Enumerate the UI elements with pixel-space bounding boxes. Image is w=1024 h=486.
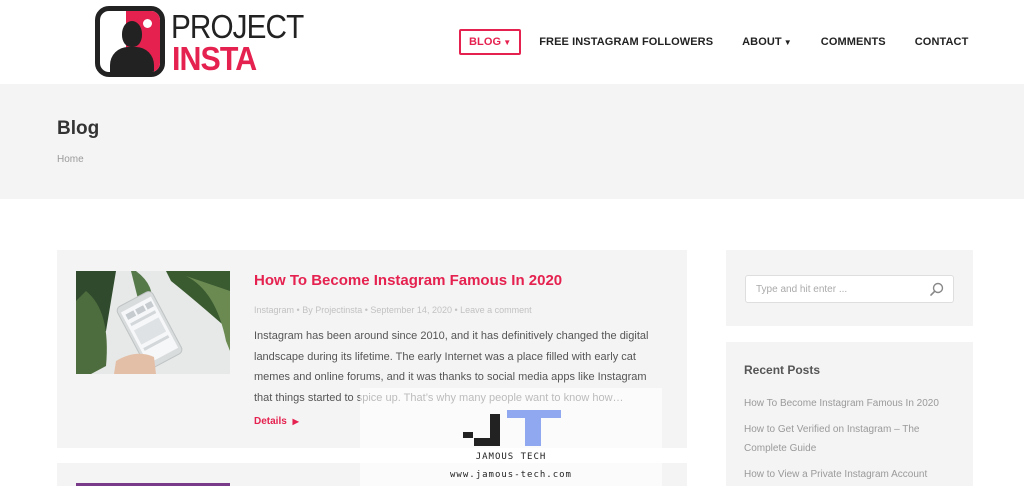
recent-posts-title: Recent Posts xyxy=(744,363,821,377)
logo-mark-icon xyxy=(95,6,165,77)
nav-item-label: ABOUT xyxy=(742,36,782,48)
logo-text-insta: INSTA xyxy=(172,40,257,77)
main-nav: BLOG ▼ FREE INSTAGRAM FOLLOWERS ABOUT ▼ CO… xyxy=(459,29,968,55)
watermark-url: www.jamous-tech.com xyxy=(450,470,572,480)
nav-item-about[interactable]: ABOUT ▼ xyxy=(742,29,792,55)
recent-posts-list: How To Become Instagram Famous In 2020 H… xyxy=(744,394,964,486)
post-date-link[interactable]: September 14, 2020 xyxy=(370,305,452,315)
recent-post-link[interactable]: How to Get Verified on Instagram – The C… xyxy=(744,420,964,458)
nav-item-free-instagram-followers[interactable]: FREE INSTAGRAM FOLLOWERS xyxy=(539,29,713,55)
recent-post-link[interactable]: How to View a Private Instagram Account xyxy=(744,465,964,484)
arrow-right-icon: ▶ xyxy=(292,417,299,426)
nav-item-comments[interactable]: COMMENTS xyxy=(821,29,886,55)
breadcrumb: Home xyxy=(57,154,84,165)
nav-item-label: CONTACT xyxy=(914,36,969,48)
post-title-link[interactable]: How To Become Instagram Famous In 2020 xyxy=(254,272,562,289)
site-header: PROJECT INSTA BLOG ▼ FREE INSTAGRAM FOLLO… xyxy=(0,0,1024,84)
search-input[interactable] xyxy=(745,275,954,303)
nav-item-contact[interactable]: CONTACT xyxy=(915,29,969,55)
sidebar-search-widget xyxy=(726,250,973,326)
post-category-link[interactable]: Instagram xyxy=(254,305,294,315)
nav-item-blog[interactable]: BLOG ▼ xyxy=(459,29,522,55)
recent-posts-widget: Recent Posts How To Become Instagram Fam… xyxy=(726,342,973,486)
chevron-down-icon: ▼ xyxy=(503,38,512,47)
post-details-link[interactable]: Details ▶ xyxy=(254,416,299,427)
details-label: Details xyxy=(254,416,287,427)
nav-item-label: BLOG xyxy=(469,36,502,48)
breadcrumb-home-link[interactable]: Home xyxy=(57,154,84,165)
post-author-link[interactable]: By Projectinsta xyxy=(302,305,362,315)
nav-item-label: COMMENTS xyxy=(820,36,886,48)
page-title: Blog xyxy=(57,118,100,139)
post-meta: Instagram • By Projectinsta • September … xyxy=(254,305,532,315)
watermark-brand: JAMOUS TECH xyxy=(475,452,547,462)
chevron-down-icon: ▼ xyxy=(783,38,792,47)
phone-photo-icon xyxy=(76,271,230,374)
logo-text-project: PROJECT xyxy=(171,8,304,45)
nav-item-label: FREE INSTAGRAM FOLLOWERS xyxy=(539,36,714,48)
watermark: JAMOUS TECH www.jamous-tech.com xyxy=(360,388,662,486)
post-thumbnail[interactable] xyxy=(76,271,230,374)
search-icon[interactable] xyxy=(929,281,945,297)
post-comments-link[interactable]: Leave a comment xyxy=(460,305,532,315)
recent-post-link[interactable]: How To Become Instagram Famous In 2020 xyxy=(744,394,964,413)
site-logo[interactable]: PROJECT INSTA xyxy=(95,6,304,78)
jt-logo-icon xyxy=(463,410,561,446)
page-title-bar: Blog Home xyxy=(0,84,1024,199)
